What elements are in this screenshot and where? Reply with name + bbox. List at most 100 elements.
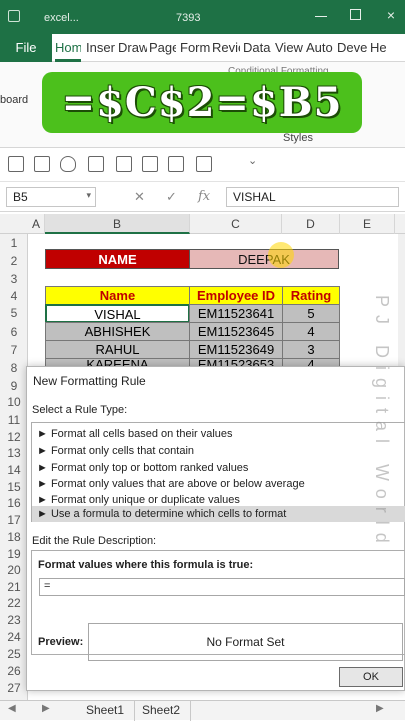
tab-help[interactable]: He xyxy=(370,34,390,62)
data-name-cell-2[interactable]: ABHISHEK xyxy=(45,322,190,341)
row-header[interactable]: 24 xyxy=(0,628,28,646)
tab-formulas[interactable]: Form xyxy=(180,34,210,62)
formula-input[interactable]: VISHAL xyxy=(226,187,399,207)
row-header[interactable]: 7 xyxy=(0,341,28,359)
data-id-cell-3[interactable]: EM11523649 xyxy=(189,340,283,359)
column-header-c[interactable]: C xyxy=(190,214,282,234)
data-name-cell-1[interactable]: VISHAL xyxy=(45,304,190,323)
clipboard-group-label: board xyxy=(0,94,29,106)
minimize-icon[interactable] xyxy=(315,16,327,17)
scroll-right-icon[interactable]: ▶ xyxy=(376,703,384,714)
tab-data[interactable]: Data xyxy=(243,34,273,62)
quick-access-toolbar: ⌄ xyxy=(0,148,405,182)
next-sheet-icon[interactable]: ▶ xyxy=(42,703,50,714)
row-headers: 1 2 3 4 5 6 7 8 9 10 11 12 13 14 15 16 17 18 19 20 21 22 23 24 2… xyxy=(0,234,28,704)
formula-bar: B5 ▾ ✕ ✓ fx VISHAL xyxy=(0,182,405,212)
rule-type-list: ► Format all cells based on their values… xyxy=(31,422,405,522)
tab-page-layout[interactable]: Page xyxy=(149,34,176,62)
save-icon[interactable] xyxy=(8,10,20,22)
chevron-down-icon[interactable]: ▾ xyxy=(86,190,91,201)
column-header-e[interactable]: E xyxy=(340,214,395,234)
tab-view[interactable]: View xyxy=(275,34,303,62)
name-box[interactable]: B5 ▾ xyxy=(6,187,96,207)
ok-button[interactable]: OK xyxy=(339,667,403,687)
tab-automate[interactable]: Auto xyxy=(306,34,334,62)
row-header[interactable]: 4 xyxy=(0,287,28,305)
table-icon[interactable] xyxy=(8,156,24,172)
copy-icon[interactable] xyxy=(34,156,50,172)
row-header[interactable]: 3 xyxy=(0,270,28,288)
tab-file[interactable]: File xyxy=(0,34,52,62)
rule-type-top-bottom[interactable]: ► Format only top or bottom ranked value… xyxy=(32,460,405,476)
formula-rule-input[interactable]: = xyxy=(39,578,405,596)
name-value-cell[interactable]: DEEPAK xyxy=(189,249,339,269)
data-rating-cell-1[interactable]: 5 xyxy=(282,304,340,323)
tab-sheet1[interactable]: Sheet1 xyxy=(76,701,136,721)
row-header[interactable]: 8 xyxy=(0,359,28,377)
watermark: PJ Digital World xyxy=(372,295,392,551)
filter-icon[interactable] xyxy=(88,156,104,172)
rule-description-panel: Format values where this formula is true… xyxy=(31,550,405,661)
row-header[interactable]: 18 xyxy=(0,528,28,546)
data-id-cell-2[interactable]: EM11523645 xyxy=(189,322,283,341)
prev-sheet-icon[interactable]: ◀ xyxy=(8,703,16,714)
customize-toolbar-icon[interactable]: ⌄ xyxy=(248,154,257,167)
data-rating-cell-2[interactable]: 4 xyxy=(282,322,340,341)
column-header-d[interactable]: D xyxy=(282,214,340,234)
tab-draw[interactable]: Draw xyxy=(118,34,147,62)
spreadsheet-icon[interactable] xyxy=(196,156,212,172)
data-name-cell-3[interactable]: RAHUL xyxy=(45,340,190,359)
header-rating-cell[interactable]: Rating xyxy=(282,286,340,305)
column-headers: A B C D E xyxy=(0,214,405,234)
column-header-a[interactable]: A xyxy=(28,214,45,234)
row-header[interactable]: 1 xyxy=(0,234,28,252)
row-header[interactable]: 20 xyxy=(0,561,28,579)
rule-type-above-below-average[interactable]: ► Format only values that are above or b… xyxy=(32,476,405,492)
header-employee-id-cell[interactable]: Employee ID xyxy=(189,286,283,305)
rule-type-cells-that-contain[interactable]: ► Format only cells that contain xyxy=(32,443,405,459)
tab-developer[interactable]: Deve xyxy=(337,34,367,62)
row-header[interactable]: 25 xyxy=(0,645,28,663)
formula-true-label: Format values where this formula is true… xyxy=(38,559,254,571)
ribbon-tabs: File Hom Inser Draw Page Form Revie Data… xyxy=(0,34,405,62)
name-label-cell[interactable]: NAME xyxy=(45,249,190,269)
tab-review[interactable]: Revie xyxy=(212,34,240,62)
rule-type-all-cells[interactable]: ► Format all cells based on their values xyxy=(32,426,405,442)
tab-home[interactable]: Hom xyxy=(55,34,81,62)
row-header[interactable]: 10 xyxy=(0,393,28,411)
header-name-cell[interactable]: Name xyxy=(45,286,190,305)
row-header[interactable]: 5 xyxy=(0,304,28,322)
select-rule-type-label: Select a Rule Type: xyxy=(32,404,128,416)
title-bar: excel... 7393 × xyxy=(0,0,405,34)
document-title: excel... xyxy=(44,12,79,24)
tab-sheet2[interactable]: Sheet2 xyxy=(132,701,192,721)
maximize-icon[interactable] xyxy=(350,9,361,20)
data-id-cell-1[interactable]: EM11523641 xyxy=(189,304,283,323)
row-header[interactable]: 11 xyxy=(0,411,28,429)
data-rating-cell-3[interactable]: 3 xyxy=(282,340,340,359)
dialog-title: New Formatting Rule xyxy=(33,374,146,388)
vertical-scrollbar[interactable] xyxy=(398,234,405,366)
column-header-b[interactable]: B xyxy=(45,214,190,234)
new-formatting-rule-dialog: New Formatting Rule Select a Rule Type: … xyxy=(26,366,405,691)
row-header[interactable]: 27 xyxy=(0,679,28,697)
row-header[interactable]: 17 xyxy=(0,511,28,529)
row-header[interactable]: 2 xyxy=(0,252,28,270)
camera-icon[interactable] xyxy=(168,156,184,172)
row-header[interactable]: 26 xyxy=(0,662,28,680)
eye-icon[interactable] xyxy=(60,156,76,172)
cancel-icon[interactable]: ✕ xyxy=(134,189,145,205)
close-icon[interactable]: × xyxy=(387,7,395,23)
row-header[interactable]: 23 xyxy=(0,611,28,629)
enter-icon[interactable]: ✓ xyxy=(166,189,177,205)
rule-type-use-formula[interactable]: ► Use a formula to determine which cells… xyxy=(32,506,405,522)
row-header[interactable]: 14 xyxy=(0,461,28,479)
row-header[interactable]: 16 xyxy=(0,494,28,512)
row-header[interactable]: 13 xyxy=(0,444,28,462)
row-header[interactable]: 22 xyxy=(0,594,28,612)
fx-icon[interactable]: fx xyxy=(198,189,210,204)
grid-icon[interactable] xyxy=(142,156,158,172)
row-header[interactable]: 6 xyxy=(0,323,28,341)
tab-insert[interactable]: Inser xyxy=(86,34,116,62)
format-painter-icon[interactable] xyxy=(116,156,132,172)
